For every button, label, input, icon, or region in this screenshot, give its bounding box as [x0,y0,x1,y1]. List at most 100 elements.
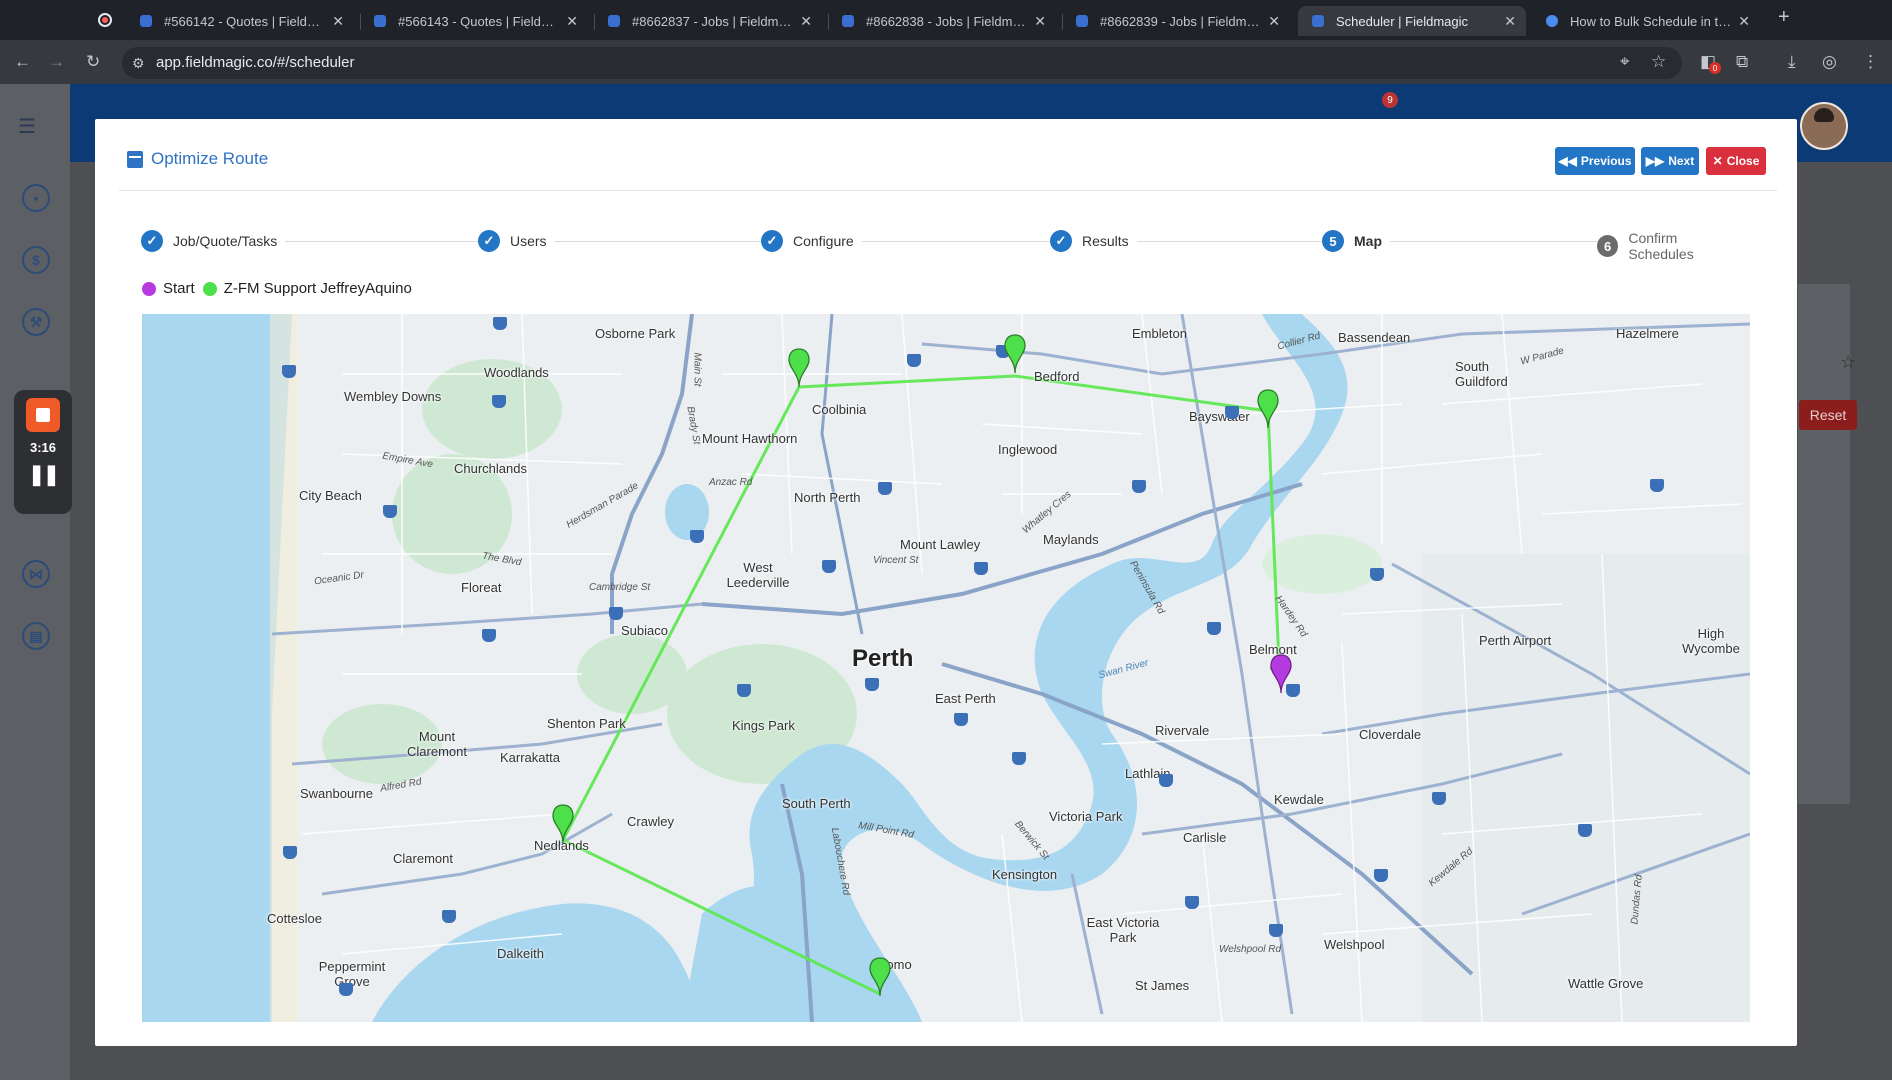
address-bar[interactable] [122,47,1682,79]
tab-title: How to Bulk Schedule in the [1570,13,1733,29]
route-overlay [560,374,1281,996]
profile-icon[interactable]: ◎ [1822,52,1837,72]
step-confirm-schedules[interactable]: 6 Confirm Schedules [1597,230,1751,262]
screen-recorder-widget: 3:16 ❚❚ [14,390,72,514]
place-label: South Guildford [1455,359,1508,389]
hamburger-menu-icon[interactable]: ☰ [18,114,36,139]
favorite-star-icon[interactable]: ☆ [1840,352,1856,373]
browser-tab-active[interactable]: Scheduler | Fieldmagic ✕ [1298,6,1526,36]
route-shield [482,629,496,642]
next-button[interactable]: ▶▶ Next [1641,147,1699,175]
browser-tab[interactable]: How to Bulk Schedule in the ✕ [1532,6,1760,36]
route-shield [822,560,836,573]
place-label: Rivervale [1155,723,1210,738]
step-users[interactable]: ✓ Users [478,230,555,252]
step-configure[interactable]: ✓ Configure [761,230,862,252]
place-label: Welshpool [1324,937,1385,952]
browser-tab[interactable]: #566142 - Quotes | Fieldmag ✕ [126,6,354,36]
check-icon: ✓ [1050,230,1072,252]
fieldmagic-favicon-icon [140,15,152,27]
route-shield [954,713,968,726]
tab-title: Scheduler | Fieldmagic [1336,13,1468,29]
job-location-marker[interactable] [552,804,574,844]
download-icon[interactable]: ⤓ [1788,52,1796,72]
tab-title: #566142 - Quotes | Fieldmag [164,13,327,29]
browser-tab[interactable]: #8662838 - Jobs | Fieldmagi ✕ [828,6,1056,36]
place-label: Crawley [627,814,674,829]
route-shield [1185,896,1199,909]
reload-icon[interactable]: ↻ [86,52,100,72]
route-map[interactable]: Osborne Park Woodlands Wembley Downs Chu… [142,314,1750,1022]
close-tab-icon[interactable]: ✕ [800,13,812,30]
dollar-icon[interactable]: $ [22,246,50,274]
close-tab-icon[interactable]: ✕ [1034,13,1046,30]
place-label: Shenton Park [547,716,626,731]
place-label: South Perth [782,796,851,811]
skip-forward-icon: ▶▶ [1645,154,1665,168]
close-tab-icon[interactable]: ✕ [1738,13,1750,30]
close-tab-icon[interactable]: ✕ [566,13,578,30]
start-location-marker[interactable] [1270,654,1292,694]
route-shield [878,482,892,495]
extensions-puzzle-icon[interactable]: ⧉ [1736,52,1748,72]
back-icon[interactable]: ← [14,52,31,72]
fieldmagic-favicon-icon [1076,15,1088,27]
user-avatar[interactable] [1800,102,1848,150]
next-button-label: Next [1668,154,1695,168]
route-shield [339,983,353,996]
route-shield [1012,752,1026,765]
job-location-marker[interactable] [1004,334,1026,374]
route-shield [493,317,507,330]
optimize-route-modal: Optimize Route ◀◀ Previous ▶▶ Next ✕ Close … [95,119,1797,1046]
stop-recording-button[interactable] [26,398,60,432]
previous-button[interactable]: ◀◀ Previous [1555,147,1635,175]
step-results[interactable]: ✓ Results [1050,230,1137,252]
new-tab-icon[interactable]: + [1778,6,1790,29]
browser-menu-icon[interactable]: ⋮ [1862,52,1879,72]
step-label: Map [1354,233,1382,249]
browser-tab[interactable]: #8662839 - Jobs | Fieldmagi ✕ [1062,6,1290,36]
site-settings-icon[interactable]: ⚙ [132,55,145,72]
location-icon[interactable]: ⌖ [1620,52,1630,72]
place-label: Cloverdale [1359,727,1422,742]
place-label: Hazelmere [1616,326,1679,341]
road-label: Anzac Rd [709,477,753,488]
place-label: Carlisle [1183,830,1227,845]
step-job-quote-tasks[interactable]: ✓ Job/Quote/Tasks [141,230,286,252]
recording-time: 3:16 [29,440,57,455]
road-label: Welshpool Rd [1219,944,1282,955]
forward-icon[interactable]: → [48,52,65,72]
close-button[interactable]: ✕ Close [1706,147,1766,175]
step-map[interactable]: 5 Map [1322,230,1390,252]
pause-recording-button[interactable]: ❚❚ [14,462,72,487]
step-label: Results [1082,233,1129,249]
fieldmagic-favicon-icon [608,15,620,27]
browser-tab[interactable]: #566143 - Quotes | Fieldmag ✕ [360,6,588,36]
wizard-stepper: ✓ Job/Quote/Tasks ✓ Users ✓ Configure ✓ … [141,230,1751,262]
job-location-marker[interactable] [788,348,810,388]
place-label: Wattle Grove [1568,976,1644,991]
step-label: Users [510,233,547,249]
place-label: Wembley Downs [344,389,442,404]
fieldmagic-favicon-icon [842,15,854,27]
close-tab-icon[interactable]: ✕ [1504,13,1516,30]
legend-label: Z-FM Support JeffreyAquino [223,280,412,297]
route-shield [283,846,297,859]
route-shield [1432,792,1446,805]
road-label: Cambridge St [589,582,651,593]
job-location-marker[interactable] [1257,389,1279,429]
reset-button[interactable]: Reset [1799,400,1857,430]
job-location-marker[interactable] [869,957,891,997]
wrench-icon[interactable]: ⚒ [22,308,50,336]
rewind-icon: ◀◀ [1558,154,1577,168]
close-tab-icon[interactable]: ✕ [1268,13,1280,30]
bookmark-star-icon[interactable]: ☆ [1651,52,1666,72]
network-icon[interactable]: ⋈ [22,560,50,588]
step-number: 5 [1322,230,1344,252]
browser-tab[interactable]: #8662837 - Jobs | Fieldmagi ✕ [594,6,822,36]
route-shield [1159,774,1173,787]
contacts-icon[interactable]: ▪ [22,184,50,212]
url-text[interactable]: app.fieldmagic.co/#/scheduler [156,54,354,71]
close-tab-icon[interactable]: ✕ [332,13,344,30]
document-icon[interactable]: ▤ [22,622,50,650]
